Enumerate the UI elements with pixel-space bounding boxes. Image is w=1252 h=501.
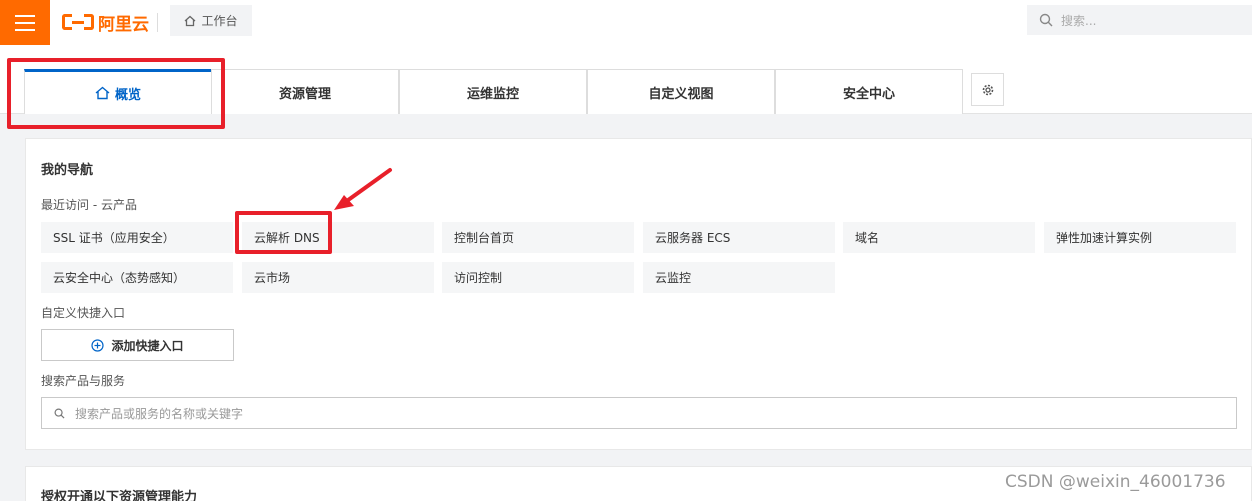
- add-shortcut-button[interactable]: 添加快捷入口: [41, 329, 234, 361]
- logo-text: 阿里云: [98, 14, 149, 35]
- recent-item-console-home[interactable]: 控制台首页: [442, 222, 634, 253]
- auth-title: 授权开通以下资源管理能力: [41, 490, 198, 501]
- recent-item-access-control[interactable]: 访问控制: [442, 262, 634, 293]
- recent-item-domain[interactable]: 域名: [843, 222, 1035, 253]
- global-search-input[interactable]: 搜索...: [1027, 5, 1252, 35]
- search-icon: [1039, 13, 1053, 27]
- recent-label: 最近访问 - 云产品: [41, 198, 137, 212]
- custom-shortcut-label: 自定义快捷入口: [41, 306, 126, 320]
- my-navigation-card: 我的导航 最近访问 - 云产品 SSL 证书（应用安全） 云解析 DNS 控制台…: [25, 138, 1252, 450]
- tab-ops-monitoring[interactable]: 运维监控: [399, 69, 587, 114]
- product-search-placeholder: 搜索产品或服务的名称或关键字: [75, 406, 244, 421]
- plus-circle-icon: [91, 338, 105, 352]
- hamburger-menu-icon[interactable]: [0, 0, 50, 45]
- watermark-text: CSDN @weixin_46001736: [1005, 472, 1226, 492]
- global-search-placeholder: 搜索...: [1061, 13, 1097, 28]
- recent-item-cloud-monitor[interactable]: 云监控: [643, 262, 835, 293]
- recent-item-ssl[interactable]: SSL 证书（应用安全）: [41, 222, 233, 253]
- product-search-input[interactable]: 搜索产品或服务的名称或关键字: [41, 397, 1237, 429]
- tab-label: 安全中心: [842, 86, 895, 102]
- aliyun-logo-icon: [62, 14, 94, 30]
- recent-item-ecs[interactable]: 云服务器 ECS: [643, 222, 835, 253]
- workbench-label: 工作台: [201, 14, 238, 28]
- search-icon: [54, 408, 65, 419]
- divider: [157, 13, 158, 32]
- tab-label: 资源管理: [278, 86, 331, 102]
- tab-resource-management[interactable]: 资源管理: [211, 69, 399, 114]
- tab-security-center[interactable]: 安全中心: [775, 69, 963, 114]
- top-bar: 阿里云 工作台 搜索...: [0, 0, 1252, 45]
- aliyun-logo[interactable]: 阿里云: [62, 11, 149, 35]
- home-icon: [185, 15, 196, 26]
- recent-item-marketplace[interactable]: 云市场: [242, 262, 434, 293]
- workbench-button[interactable]: 工作台: [170, 5, 252, 36]
- add-shortcut-label: 添加快捷入口: [111, 338, 184, 353]
- red-arrow-icon: [334, 168, 392, 210]
- recent-item-elastic-compute[interactable]: 弹性加速计算实例: [1044, 222, 1236, 253]
- tab-settings-button[interactable]: [971, 73, 1004, 106]
- highlight-box-dns: [235, 211, 332, 254]
- recent-item-security-center[interactable]: 云安全中心（态势感知）: [41, 262, 233, 293]
- nav-title: 我的导航: [41, 163, 94, 178]
- gear-icon: [982, 84, 993, 95]
- tab-label: 运维监控: [466, 86, 519, 102]
- tab-custom-view[interactable]: 自定义视图: [587, 69, 775, 114]
- search-section-label: 搜索产品与服务: [41, 374, 126, 388]
- tab-label: 自定义视图: [648, 86, 714, 102]
- highlight-box-overview-tab: [7, 58, 225, 129]
